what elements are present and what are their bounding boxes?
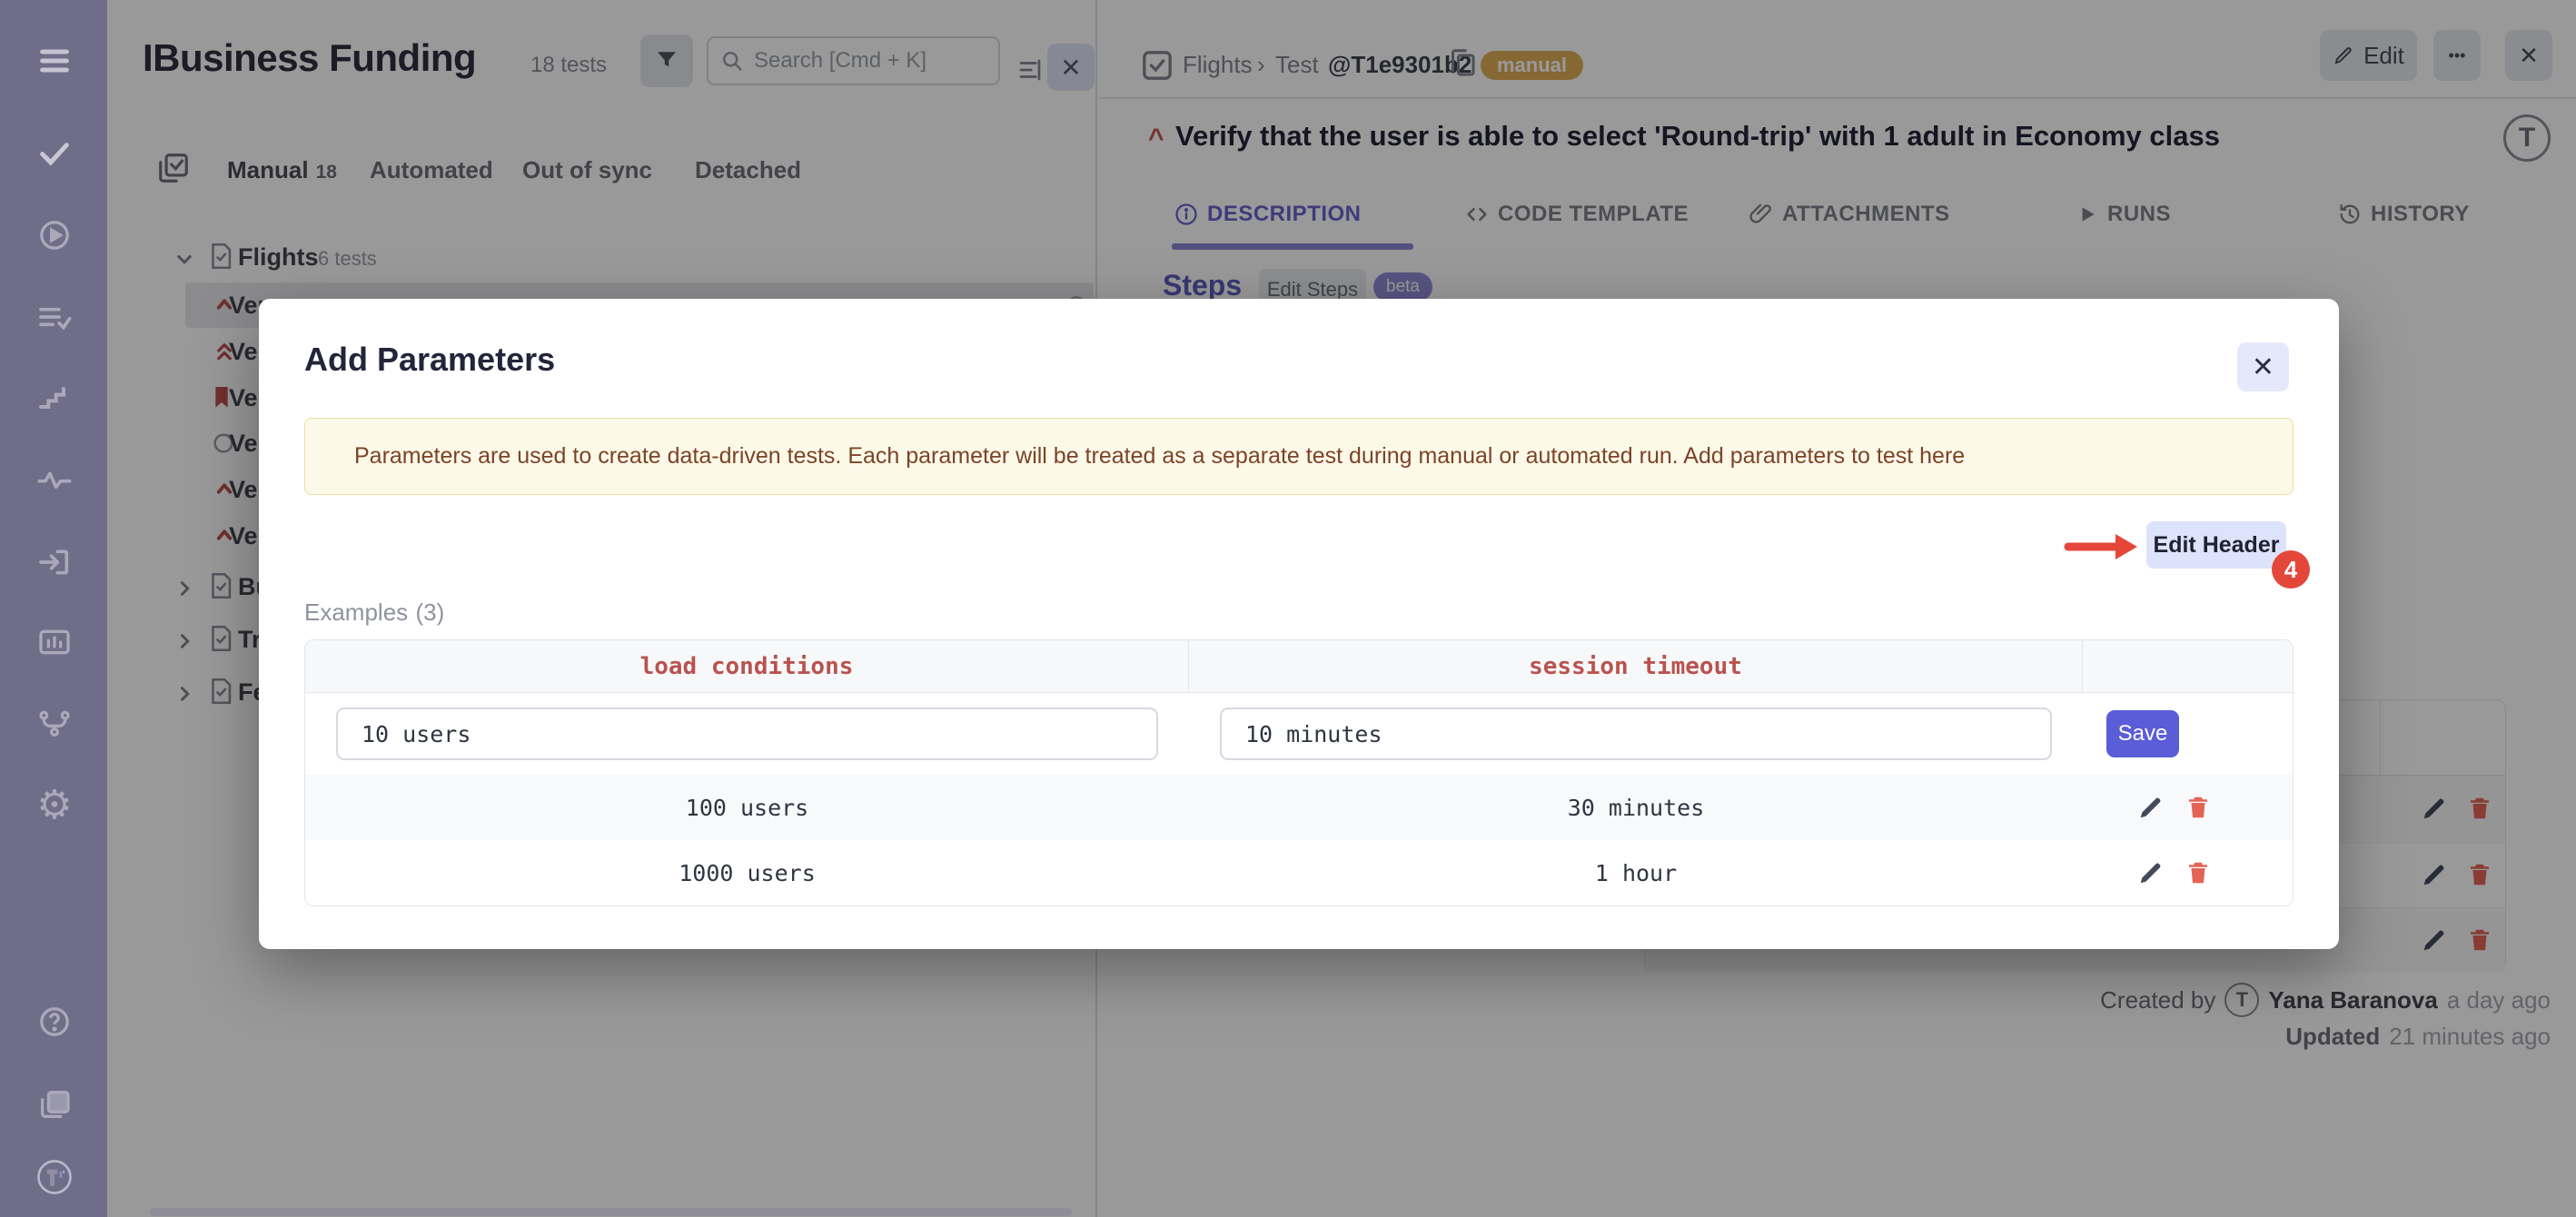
help-icon[interactable] xyxy=(34,1001,75,1043)
parameters-table-header: load conditions session timeout xyxy=(305,640,2293,693)
screen: ⚙ IBusiness Funding 18 tests ✕ xyxy=(0,0,2576,1217)
parameter-row: 100 users 30 minutes xyxy=(305,775,2293,840)
new-parameter-row: Save xyxy=(305,693,2293,775)
edit-header-button[interactable]: Edit Header xyxy=(2146,521,2286,569)
modal-title: Add Parameters xyxy=(304,341,555,379)
horizontal-scrollbar[interactable] xyxy=(150,1208,1072,1216)
edit-row-button[interactable] xyxy=(2137,794,2165,821)
edit-row-button[interactable] xyxy=(2137,859,2165,886)
sign-in-icon[interactable] xyxy=(34,541,75,583)
param-cell: 30 minutes xyxy=(1189,775,2083,840)
examples-heading: Examples (3) xyxy=(304,597,444,628)
info-banner-text: Parameters are used to create data-drive… xyxy=(354,443,1965,470)
files-icon[interactable] xyxy=(34,1083,75,1125)
annotation-arrow-icon xyxy=(2063,527,2154,567)
tests-check-icon[interactable] xyxy=(34,132,75,173)
annotation-step-badge: 4 xyxy=(2272,550,2310,589)
info-banner: Parameters are used to create data-drive… xyxy=(304,418,2294,495)
add-parameters-modal: Add Parameters ✕ Parameters are used to … xyxy=(259,299,2339,949)
delete-row-button[interactable] xyxy=(2185,859,2212,886)
delete-row-button[interactable] xyxy=(2185,794,2212,821)
param-input-load-conditions[interactable] xyxy=(336,707,1158,760)
param-cell: 1 hour xyxy=(1189,840,2083,905)
settings-gear-icon[interactable]: ⚙ xyxy=(34,784,75,826)
branch-icon[interactable] xyxy=(34,702,75,744)
column-header: load conditions xyxy=(305,640,1189,692)
main-sidebar: ⚙ xyxy=(0,0,107,1217)
parameters-table: load conditions session timeout Save 100… xyxy=(304,639,2294,906)
checklist-icon[interactable] xyxy=(34,296,75,338)
parameter-row: 1000 users 1 hour xyxy=(305,840,2293,905)
menu-icon[interactable] xyxy=(34,40,75,82)
modal-close-button[interactable]: ✕ xyxy=(2237,342,2289,391)
analytics-icon[interactable] xyxy=(34,621,75,663)
activity-pulse-icon[interactable] xyxy=(34,459,75,500)
param-cell: 1000 users xyxy=(305,840,1189,905)
column-header: session timeout xyxy=(1189,640,2083,692)
save-button[interactable]: Save xyxy=(2106,710,2179,757)
testomat-logo-icon[interactable] xyxy=(34,1156,75,1198)
runs-play-circle-icon[interactable] xyxy=(34,214,75,256)
examples-count: (3) xyxy=(416,599,445,626)
param-input-session-timeout[interactable] xyxy=(1220,707,2052,760)
param-cell: 100 users xyxy=(305,775,1189,840)
steps-icon[interactable] xyxy=(34,377,75,419)
column-header-actions xyxy=(2083,640,2293,692)
